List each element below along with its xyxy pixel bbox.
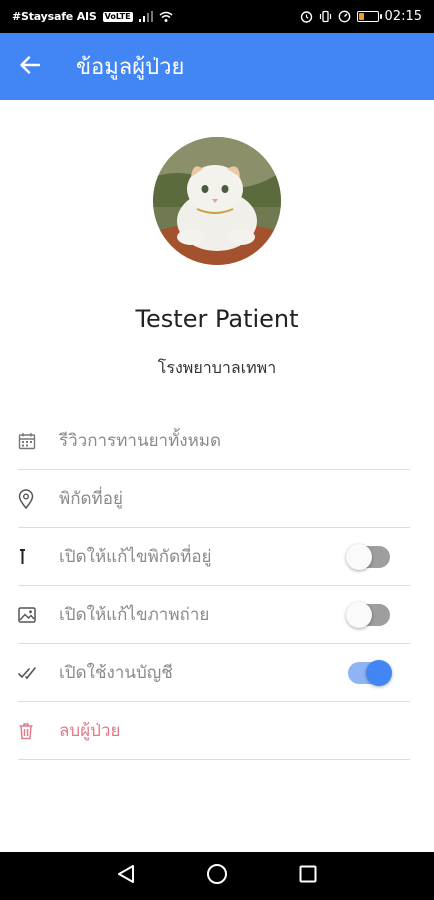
status-time: 02:15 bbox=[384, 9, 422, 24]
trash-icon bbox=[18, 722, 42, 740]
menu-item-allow-edit-photo[interactable]: เปิดให้แก้ไขภาพถ่าย bbox=[18, 586, 410, 644]
nav-recents-button[interactable] bbox=[288, 856, 328, 896]
menu-item-label: ลบผู้ป่วย bbox=[59, 721, 121, 741]
battery-icon bbox=[356, 11, 382, 22]
vibrate-icon bbox=[319, 10, 332, 23]
toggle-knob bbox=[346, 601, 372, 628]
menu-item-location[interactable]: พิกัดที่อยู่ bbox=[18, 470, 410, 528]
calendar-icon bbox=[18, 432, 42, 450]
location-pin-icon bbox=[18, 488, 42, 509]
enable-account-toggle[interactable] bbox=[348, 659, 392, 686]
status-bar: #Staysafe AIS VoLTE 02:15 bbox=[0, 0, 434, 33]
menu-item-label: รีวิวการทานยาทั้งหมด bbox=[59, 431, 222, 451]
menu-item-delete-patient[interactable]: ลบผู้ป่วย bbox=[18, 702, 410, 760]
menu-item-allow-edit-location[interactable]: เปิดให้แก้ไขพิกัดที่อยู่ bbox=[18, 528, 410, 586]
battery-level-fill bbox=[358, 13, 364, 20]
back-triangle-icon bbox=[117, 864, 135, 888]
allow-edit-photo-toggle[interactable] bbox=[346, 601, 390, 628]
menu-item-label: เปิดให้แก้ไขพิกัดที่อยู่ bbox=[59, 547, 212, 567]
alarm-icon bbox=[300, 10, 313, 23]
menu-item-medication-review[interactable]: รีวิวการทานยาทั้งหมด bbox=[18, 412, 410, 470]
signal-icon bbox=[138, 11, 153, 22]
status-bar-left: #Staysafe AIS VoLTE bbox=[12, 10, 173, 23]
speed-icon bbox=[338, 10, 351, 23]
toggle-knob bbox=[346, 543, 372, 570]
network-badge: VoLTE bbox=[102, 11, 133, 22]
menu-item-label: เปิดใช้งานบัญชี bbox=[59, 663, 173, 683]
menu-item-label: เปิดให้แก้ไขภาพถ่าย bbox=[59, 605, 210, 625]
nav-home-button[interactable] bbox=[197, 856, 237, 896]
image-icon bbox=[18, 606, 42, 623]
hospital-name: โรงพยาบาลเทพา bbox=[157, 358, 277, 377]
menu-item-label: พิกัดที่อยู่ bbox=[59, 489, 123, 509]
info-icon bbox=[18, 547, 42, 567]
nav-back-button[interactable] bbox=[106, 856, 146, 896]
carrier-label: #Staysafe AIS bbox=[12, 10, 97, 23]
patient-name: Tester Patient bbox=[135, 305, 299, 333]
toggle-knob bbox=[366, 659, 392, 686]
arrow-left-icon bbox=[20, 55, 41, 78]
patient-avatar bbox=[153, 137, 281, 265]
home-circle-icon bbox=[206, 863, 228, 889]
back-button[interactable] bbox=[0, 33, 60, 100]
page-title: ข้อมูลผู้ป่วย bbox=[76, 55, 185, 80]
patient-menu: รีวิวการทานยาทั้งหมด พิกัดที่อยู่ เปิดให… bbox=[18, 412, 410, 760]
recents-square-icon bbox=[299, 865, 317, 887]
menu-item-enable-account[interactable]: เปิดใช้งานบัญชี bbox=[18, 644, 410, 702]
app-bar: ข้อมูลผู้ป่วย bbox=[0, 33, 434, 100]
double-check-icon bbox=[18, 666, 42, 680]
allow-edit-location-toggle[interactable] bbox=[346, 543, 390, 570]
status-bar-right: 02:15 bbox=[300, 9, 422, 24]
wifi-icon bbox=[159, 11, 173, 22]
system-nav-bar bbox=[0, 852, 434, 900]
